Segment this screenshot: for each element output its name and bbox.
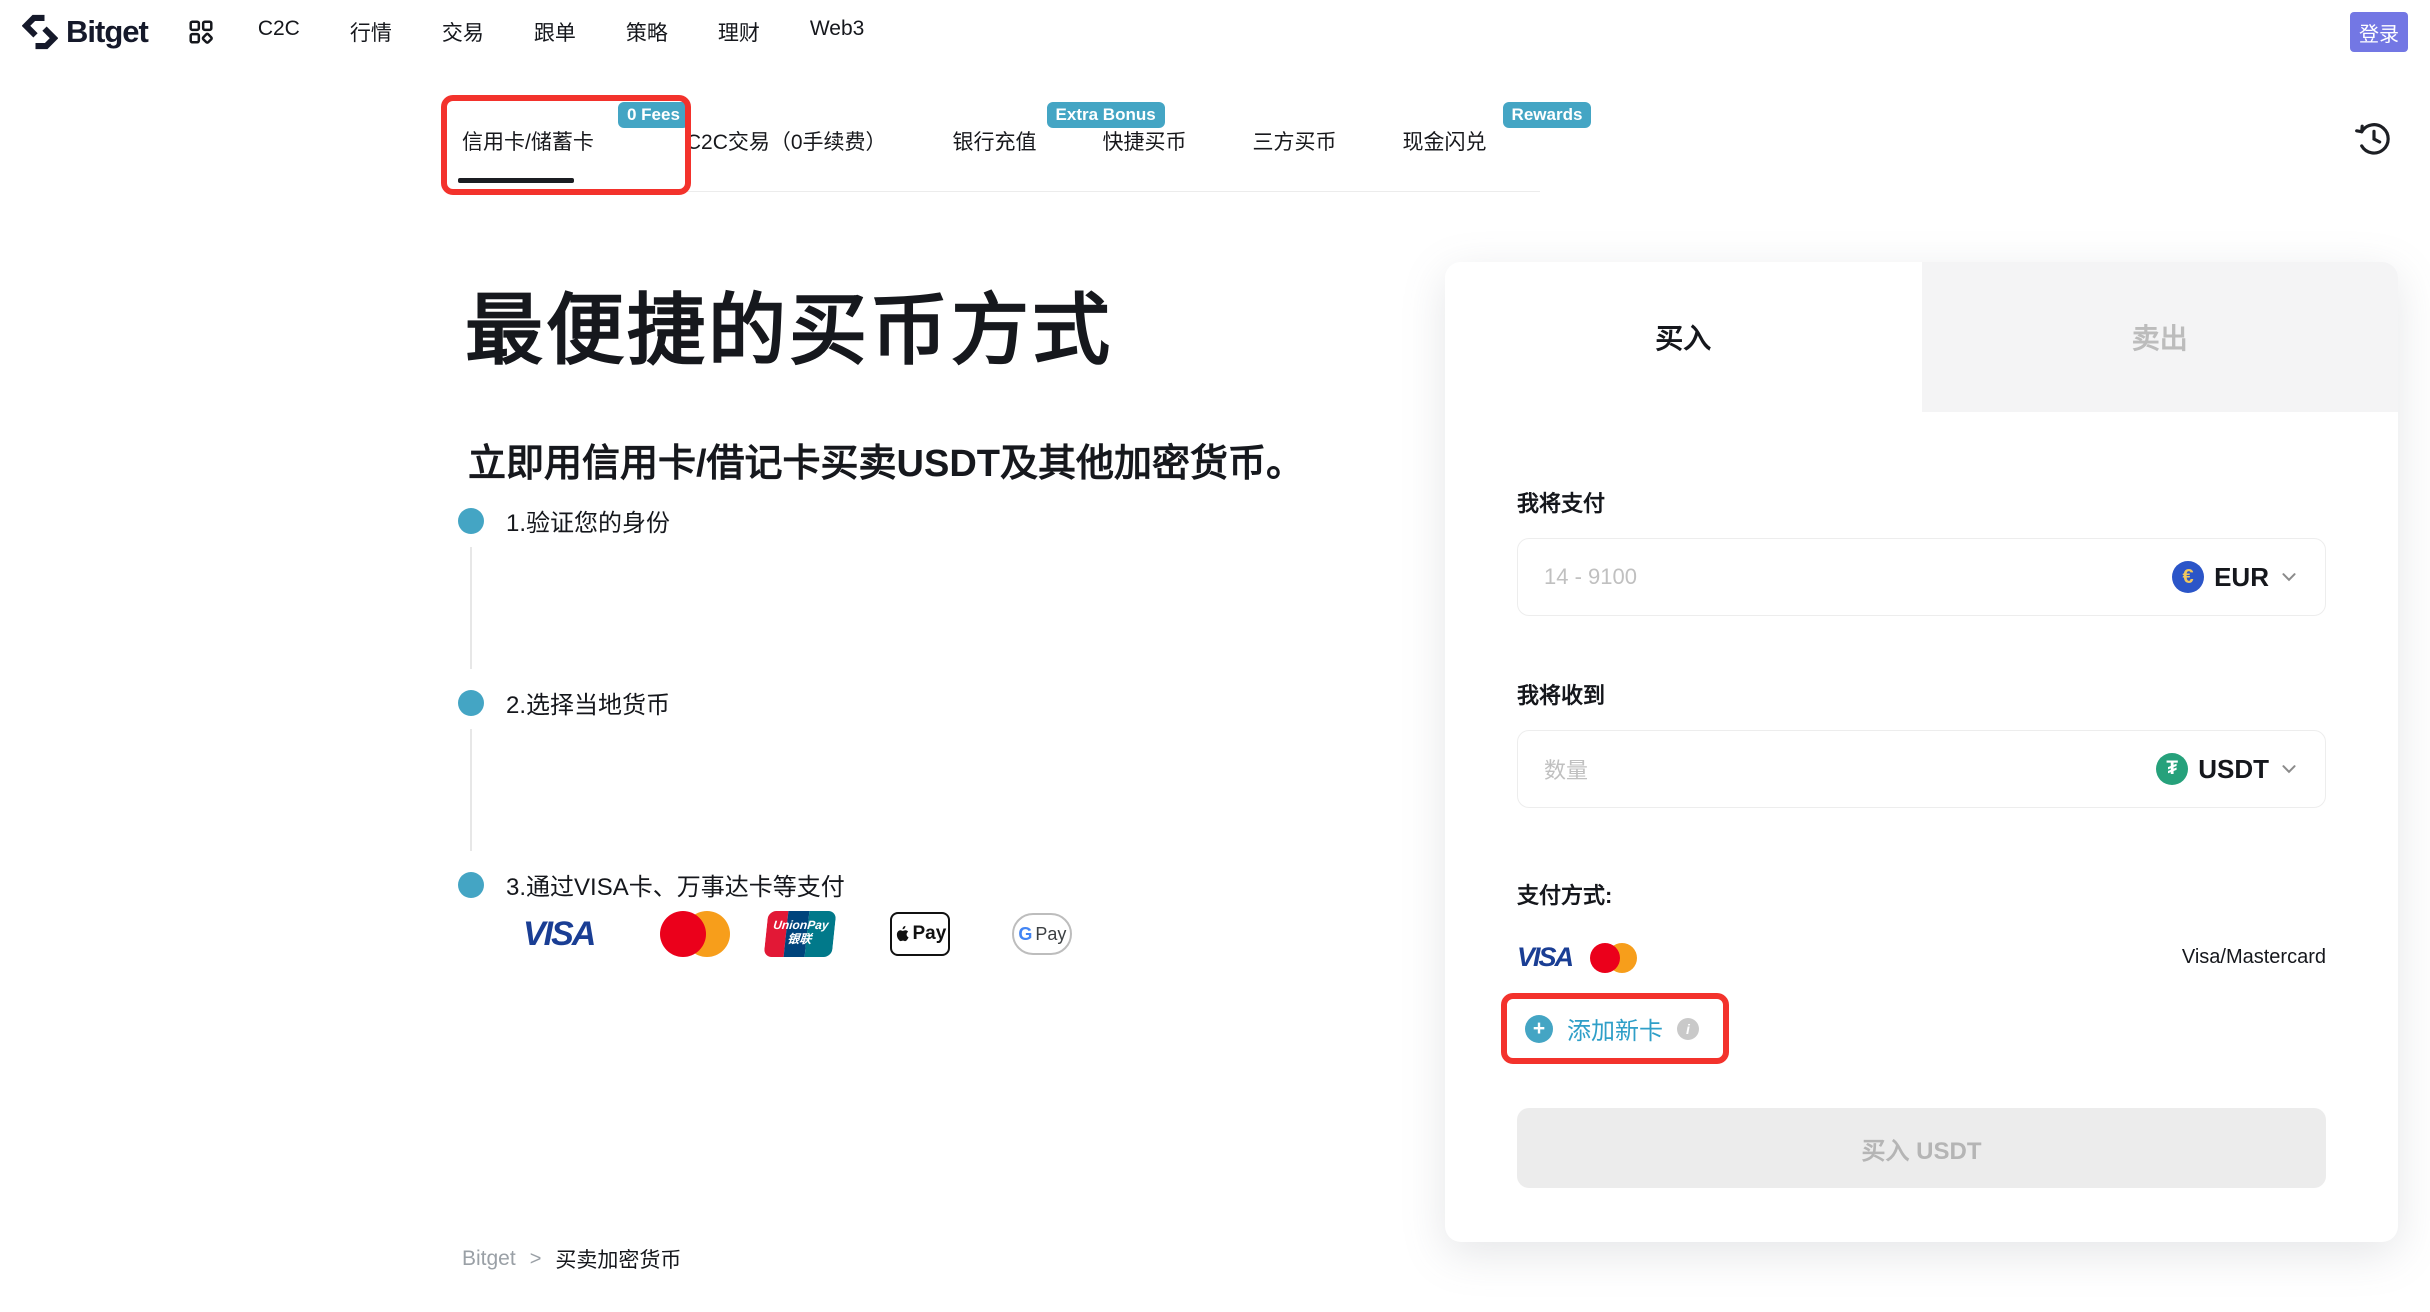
step-pay-with-card: 3.通过VISA卡、万事达卡等支付 (458, 867, 845, 902)
buy-method-tabs: 信用卡/储蓄卡 0 Fees C2C交易（0手续费） 银行充值 快捷买币 Ext… (462, 126, 1487, 156)
step-dot-icon (458, 872, 484, 898)
google-pay-logo: G Pay (1012, 913, 1072, 955)
apple-pay-logo: Pay (890, 912, 950, 956)
top-navigation-bar: Bitget C2C 行情 交易 跟单 策略 理财 Web3 登录 (0, 0, 2430, 64)
tab-bank-deposit[interactable]: 银行充值 (953, 126, 1037, 156)
step-connector-line (470, 729, 472, 851)
tabbar-divider (455, 191, 1540, 192)
buy-sell-widget: 买入 卖出 我将支付 14 - 9100 € EUR 我将收到 数量 ₮ USD… (1445, 262, 2398, 1242)
payment-logos-row: VISA UnionPay银联 Pay G Pay (523, 908, 1072, 960)
buy-usdt-button[interactable]: 买入 USDT (1517, 1108, 2326, 1188)
zero-fees-badge: 0 Fees (618, 102, 689, 128)
order-history-icon[interactable] (2354, 118, 2394, 163)
payment-method-value: Visa/Mastercard (2182, 946, 2326, 969)
page-title: 最便捷的买币方式 (465, 268, 1113, 380)
login-button[interactable]: 登录 (2350, 12, 2408, 52)
rewards-badge: Rewards (1503, 102, 1592, 128)
fiat-currency-code: EUR (2214, 562, 2269, 593)
tab-credit-card[interactable]: 信用卡/储蓄卡 0 Fees (462, 126, 594, 156)
payment-method-row[interactable]: VISA Visa/Mastercard (1517, 942, 2326, 973)
tab-cash-convert[interactable]: 现金闪兑 Rewards (1403, 126, 1487, 156)
unionpay-logo: UnionPay银联 (764, 911, 837, 957)
breadcrumb: Bitget > 买卖加密货币 (462, 1244, 681, 1274)
info-icon[interactable]: i (1677, 1018, 1699, 1040)
bitget-logo[interactable]: Bitget (22, 14, 148, 50)
nav-item-earn[interactable]: 理财 (718, 17, 760, 47)
visa-logo: VISA (523, 915, 594, 954)
tab-buy[interactable]: 买入 (1445, 262, 1922, 412)
step-dot-icon (458, 508, 484, 534)
receive-amount-input[interactable]: 数量 ₮ USDT (1517, 730, 2326, 808)
nav-item-strategy[interactable]: 策略 (626, 17, 668, 47)
nav-item-trade[interactable]: 交易 (442, 17, 484, 47)
chevron-down-icon (2279, 759, 2299, 779)
tab-quick-buy[interactable]: 快捷买币 Extra Bonus (1103, 126, 1187, 156)
nav-item-c2c[interactable]: C2C (258, 17, 300, 47)
extra-bonus-badge: Extra Bonus (1047, 102, 1165, 128)
add-new-card-button[interactable]: + 添加新卡 i (1501, 993, 1729, 1064)
pay-label: 我将支付 (1517, 486, 2326, 518)
crypto-currency-code: USDT (2198, 754, 2269, 785)
receive-label: 我将收到 (1517, 678, 2326, 710)
breadcrumb-separator-icon: > (530, 1248, 542, 1271)
step-connector-line (470, 547, 472, 669)
breadcrumb-home[interactable]: Bitget (462, 1247, 516, 1271)
crypto-currency-selector[interactable]: ₮ USDT (2156, 753, 2299, 785)
apps-grid-icon[interactable] (188, 19, 214, 45)
eur-coin-icon: € (2172, 561, 2204, 593)
nav-item-web3[interactable]: Web3 (810, 17, 864, 47)
mastercard-logo (1590, 943, 1638, 973)
active-tab-underline (458, 178, 574, 183)
tab-c2c-trade[interactable]: C2C交易（0手续费） (686, 126, 887, 156)
breadcrumb-current: 买卖加密货币 (555, 1244, 681, 1274)
add-card-row: + 添加新卡 i (1501, 993, 2326, 1064)
google-g-icon: G (1018, 924, 1032, 945)
page-subtitle: 立即用信用卡/借记卡买卖USDT及其他加密货币。 (468, 432, 1304, 487)
pay-amount-placeholder: 14 - 9100 (1544, 564, 1637, 590)
bitget-logo-icon (22, 14, 58, 50)
mastercard-logo (660, 911, 730, 957)
tab-third-party[interactable]: 三方买币 (1253, 126, 1337, 156)
nav-item-copy[interactable]: 跟单 (534, 17, 576, 47)
step-choose-currency: 2.选择当地货币 (458, 685, 670, 720)
step-verify-identity: 1.验证您的身份 (458, 503, 670, 538)
usdt-coin-icon: ₮ (2156, 753, 2188, 785)
visa-logo: VISA (1517, 942, 1572, 973)
step-dot-icon (458, 690, 484, 716)
chevron-down-icon (2279, 567, 2299, 587)
payment-method-label: 支付方式: (1517, 878, 2326, 910)
plus-icon: + (1525, 1015, 1553, 1043)
tab-sell[interactable]: 卖出 (1922, 262, 2399, 412)
brand-name: Bitget (66, 14, 148, 50)
receive-amount-placeholder: 数量 (1544, 753, 1588, 785)
apple-icon (894, 925, 910, 943)
widget-tabs: 买入 卖出 (1445, 262, 2398, 412)
page: Bitget C2C 行情 交易 跟单 策略 理财 Web3 登录 信用卡/储蓄… (0, 0, 2430, 1312)
main-nav: C2C 行情 交易 跟单 策略 理财 Web3 (258, 17, 865, 47)
pay-amount-input[interactable]: 14 - 9100 € EUR (1517, 538, 2326, 616)
nav-item-markets[interactable]: 行情 (350, 17, 392, 47)
widget-body: 我将支付 14 - 9100 € EUR 我将收到 数量 ₮ USDT 支付方式… (1445, 486, 2398, 1188)
fiat-currency-selector[interactable]: € EUR (2172, 561, 2299, 593)
